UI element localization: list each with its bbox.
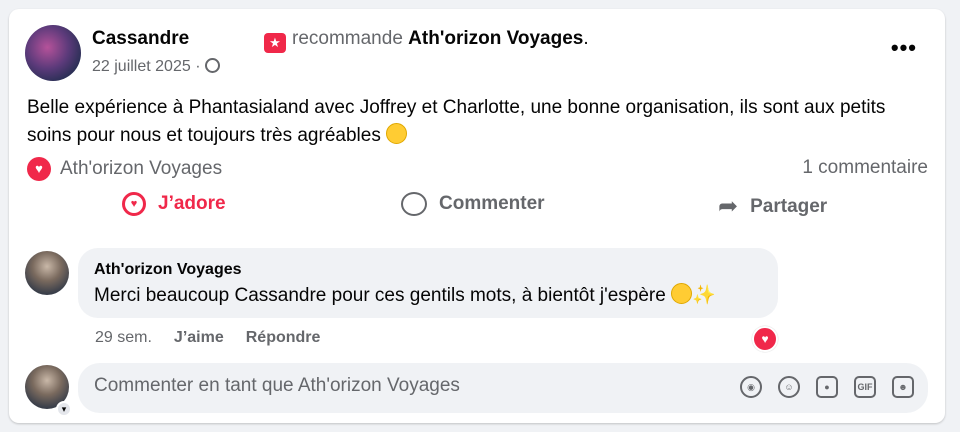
recommend-verb: recommande bbox=[292, 28, 403, 49]
share-button[interactable]: ➦ Partager bbox=[718, 192, 827, 221]
reaction-summary[interactable]: ♥ Ath'orizon Voyages bbox=[27, 157, 222, 181]
more-options-button[interactable]: ••• bbox=[891, 35, 917, 61]
camera-icon[interactable]: ● bbox=[816, 376, 838, 398]
chevron-down-icon[interactable]: ▾ bbox=[56, 401, 72, 417]
smiling-emoji-icon bbox=[671, 283, 693, 304]
recommended-page-link[interactable]: Ath'orizon Voyages bbox=[408, 28, 583, 49]
emoji-icon[interactable]: ☺ bbox=[778, 376, 800, 398]
composer-tools: ◉ ☺ ● GIF ☻ bbox=[740, 376, 914, 398]
gif-icon[interactable]: GIF bbox=[854, 376, 876, 398]
globe-icon bbox=[204, 58, 220, 73]
recommendation-line: ★ recommande Ath'orizon Voyages. bbox=[264, 28, 589, 53]
love-button[interactable]: ♥ J’adore bbox=[122, 192, 226, 216]
comment-author[interactable]: Ath'orizon Voyages bbox=[94, 261, 762, 279]
reaction-by: Ath'orizon Voyages bbox=[60, 158, 223, 179]
comment-meta: 29 sem. J’aime Répondre bbox=[95, 329, 320, 347]
share-arrow-icon: ➦ bbox=[718, 193, 739, 220]
love-label: J’adore bbox=[158, 193, 226, 214]
love-icon: ♥ bbox=[122, 192, 146, 216]
comment-like-button[interactable]: J’aime bbox=[174, 329, 224, 347]
comment-text-body: Merci beaucoup Cassandre pour ces gentil… bbox=[94, 285, 666, 306]
recommend-icon: ★ bbox=[264, 33, 286, 53]
post-date[interactable]: 22 juillet 2025 · bbox=[92, 58, 220, 76]
avatar-sticker-icon[interactable]: ◉ bbox=[740, 376, 762, 398]
comment-input[interactable] bbox=[94, 375, 714, 397]
comment-composer: ◉ ☺ ● GIF ☻ bbox=[78, 363, 928, 413]
comment-label: Commenter bbox=[439, 193, 545, 214]
post-date-text: 22 juillet 2025 · bbox=[92, 58, 201, 75]
comment-reply-button[interactable]: Répondre bbox=[246, 329, 321, 347]
grin-emoji-icon bbox=[386, 123, 408, 144]
comment-button[interactable]: Commenter bbox=[401, 192, 545, 216]
comment-count[interactable]: 1 commentaire bbox=[802, 157, 928, 179]
comment-bubble-icon bbox=[401, 192, 427, 216]
share-label: Partager bbox=[750, 195, 828, 217]
post-card: Cassandre ★ recommande Ath'orizon Voyages… bbox=[9, 9, 945, 423]
author-avatar[interactable] bbox=[25, 25, 81, 81]
commenter-avatar[interactable] bbox=[25, 251, 69, 295]
sticker-icon[interactable]: ☻ bbox=[892, 376, 914, 398]
comment-text: Merci beaucoup Cassandre pour ces gentil… bbox=[94, 283, 762, 307]
author-name[interactable]: Cassandre bbox=[92, 28, 189, 50]
love-reaction-icon: ♥ bbox=[27, 157, 51, 181]
comment-love-reaction-icon[interactable]: ♥ bbox=[752, 326, 778, 352]
sparkles-icon: ✨ bbox=[692, 285, 716, 306]
comment-bubble: Ath'orizon Voyages Merci beaucoup Cassan… bbox=[78, 248, 778, 318]
comment-time[interactable]: 29 sem. bbox=[95, 329, 152, 347]
recommend-suffix: . bbox=[583, 28, 589, 49]
post-actions: ♥ J’adore Commenter ➦ Partager bbox=[9, 192, 945, 228]
post-text: Belle expérience à Phantasialand avec Jo… bbox=[27, 94, 907, 150]
post-text-body: Belle expérience à Phantasialand avec Jo… bbox=[27, 97, 886, 146]
